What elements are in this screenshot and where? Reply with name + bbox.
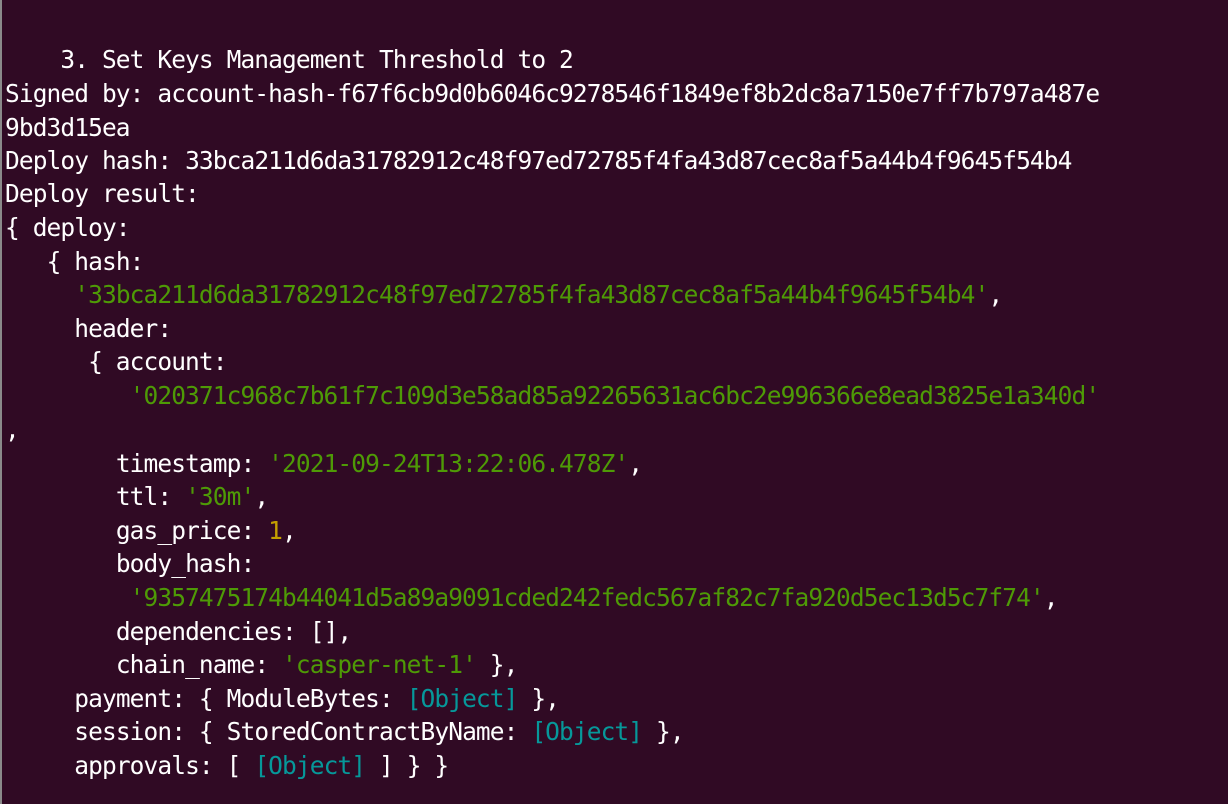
timestamp-key: timestamp: — [115, 449, 269, 478]
deploy-open-line: { deploy: — [5, 211, 131, 245]
deploy-hash-label: Deploy hash: — [5, 146, 186, 175]
body-hash-key: body_hash: — [115, 549, 255, 578]
body-hash-value-line: '9357475174b44041d5a89a9091cded242fedc56… — [129, 583, 1059, 612]
deploy-result-line: Deploy result: — [5, 177, 200, 211]
session-line: session: { StoredContractByName: [Object… — [5, 715, 684, 749]
session-object: [Object] — [531, 717, 643, 746]
title-text: 3. Set Keys Management Threshold to 2 — [60, 45, 573, 74]
account-value: '020371c968c7b61f7c109d3e58ad85a92265631… — [129, 381, 1100, 410]
payment-line: payment: { ModuleBytes: [Object] }, — [5, 682, 560, 716]
approvals-key: approvals: [ — [74, 751, 255, 780]
signed-by-value-continued: 9bd3d15ea — [5, 113, 131, 142]
deploy-result-label: Deploy result: — [5, 179, 200, 208]
gas-price-value: 1 — [268, 516, 283, 545]
payment-object: [Object] — [406, 684, 519, 713]
signed-by-value: account-hash-f67f6cb9d0b6046c9278546f184… — [157, 79, 1100, 108]
title-line: 3. Set Keys Management Threshold to 2 — [5, 9, 573, 74]
hash-value-line: '33bca211d6da31782912c48f97ed72785f4fa43… — [74, 280, 1003, 309]
body-hash-key-line: body_hash: — [5, 547, 255, 581]
ttl-value: '30m' — [185, 482, 255, 511]
deploy-hash-value: 33bca211d6da31782912c48f97ed72785f4fa43d… — [185, 146, 1072, 175]
header-key: header: — [74, 314, 172, 343]
session-key: session: { StoredContractByName: — [74, 717, 532, 746]
gas-price-line: gas_price: 1, — [115, 516, 297, 545]
lone-comma: , — [5, 415, 20, 444]
approvals-close: ] } } — [365, 751, 449, 780]
chain-name-close: }, — [475, 650, 519, 679]
ttl-line: ttl: '30m', — [115, 482, 269, 511]
hash-key-line: { hash: — [5, 245, 145, 279]
approvals-line: approvals: [ [Object] ] } } — [5, 749, 449, 783]
session-close: }, — [642, 717, 685, 746]
approvals-object: [Object] — [254, 751, 366, 780]
chain-name-value: 'casper-net-1' — [282, 650, 477, 679]
account-key-line: { account: — [5, 345, 227, 379]
chain-name-key: chain_name: — [115, 650, 283, 679]
body-hash-value: '9357475174b44041d5a89a9091cded242fedc56… — [129, 583, 1045, 612]
header-key-line: header: — [5, 312, 172, 346]
chain-name-line: chain_name: 'casper-net-1' }, — [5, 648, 519, 682]
signed-by-wrap-line: 9bd3d15ea — [5, 111, 131, 145]
gas-price-key: gas_price: — [115, 516, 269, 545]
lone-comma-line: , — [5, 413, 20, 447]
hash-value: '33bca211d6da31782912c48f97ed72785f4fa43… — [74, 280, 989, 309]
ttl-key: ttl: — [115, 482, 186, 511]
deploy-open: { deploy: — [5, 213, 131, 242]
account-key: { account: — [88, 347, 227, 376]
signed-by-line: Signed by: account-hash-f67f6cb9d0b6046c… — [5, 77, 1100, 111]
account-value-line: '020371c968c7b61f7c109d3e58ad85a92265631… — [5, 379, 1100, 413]
hash-key: { hash: — [46, 247, 145, 276]
timestamp-value: '2021-09-24T13:22:06.478Z' — [268, 449, 629, 478]
dependencies-text: dependencies: [], — [115, 617, 352, 646]
payment-close: }, — [517, 684, 560, 713]
deploy-hash-line: Deploy hash: 33bca211d6da31782912c48f97e… — [5, 144, 1072, 178]
timestamp-line: timestamp: '2021-09-24T13:22:06.478Z', — [115, 449, 643, 478]
payment-key: payment: { ModuleBytes: — [74, 684, 407, 713]
terminal-window[interactable]: 3. Set Keys Management Threshold to 2 Si… — [0, 0, 1228, 804]
signed-by-label: Signed by: — [5, 79, 158, 108]
dependencies-line: dependencies: [], — [5, 615, 352, 649]
